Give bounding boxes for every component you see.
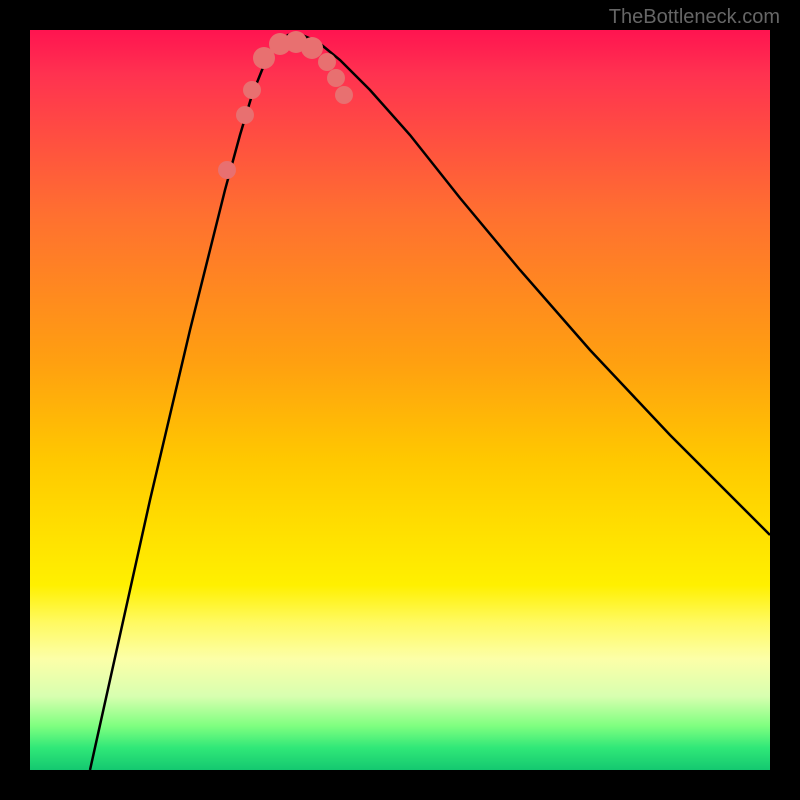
curve-marker: [236, 106, 254, 124]
curve-marker: [335, 86, 353, 104]
bottleneck-curve: [90, 35, 770, 770]
chart-plot-area: [30, 30, 770, 770]
curve-marker: [243, 81, 261, 99]
watermark-text: TheBottleneck.com: [609, 6, 780, 29]
curve-marker: [327, 69, 345, 87]
chart-svg: [30, 30, 770, 770]
curve-marker: [218, 161, 236, 179]
curve-marker: [301, 37, 323, 59]
curve-marker: [318, 53, 336, 71]
